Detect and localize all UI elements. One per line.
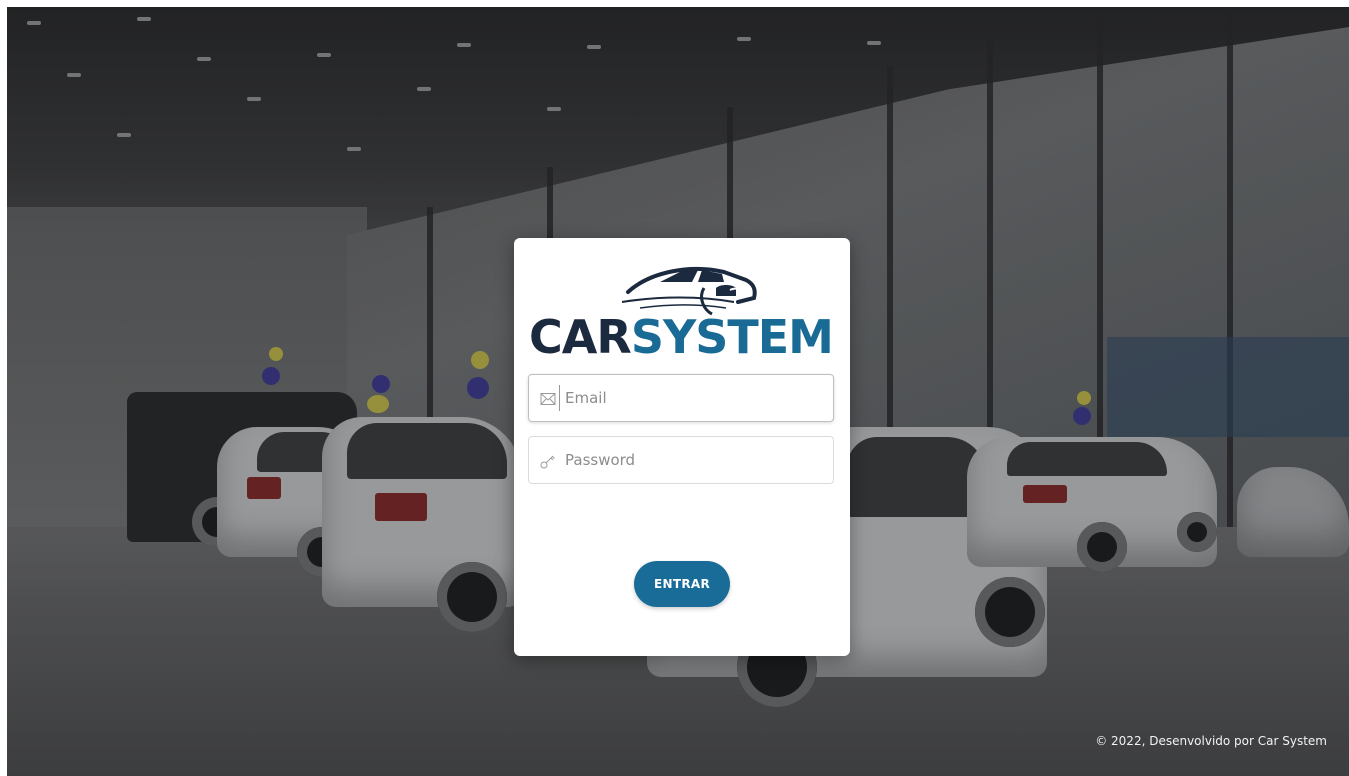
password-field[interactable] xyxy=(528,436,834,484)
footer-copyright: © 2022, Desenvolvido por Car System xyxy=(1095,734,1327,748)
page-frame: CARSYSTEM ENTRAR © 2022, Desenvolvido po… xyxy=(7,7,1349,776)
logo-wordmark: CARSYSTEM xyxy=(528,312,834,362)
email-field[interactable] xyxy=(528,374,834,422)
key-icon xyxy=(540,455,555,469)
text-cursor xyxy=(559,385,560,411)
envelope-icon xyxy=(540,393,556,405)
logo-text-car: CAR xyxy=(529,310,632,364)
car-system-logo: CARSYSTEM xyxy=(528,252,834,362)
password-input[interactable] xyxy=(565,437,827,483)
login-button[interactable]: ENTRAR xyxy=(634,561,730,607)
logo-text-system: SYSTEM xyxy=(630,310,834,364)
login-card: CARSYSTEM ENTRAR xyxy=(514,238,850,656)
email-input[interactable] xyxy=(565,375,827,421)
